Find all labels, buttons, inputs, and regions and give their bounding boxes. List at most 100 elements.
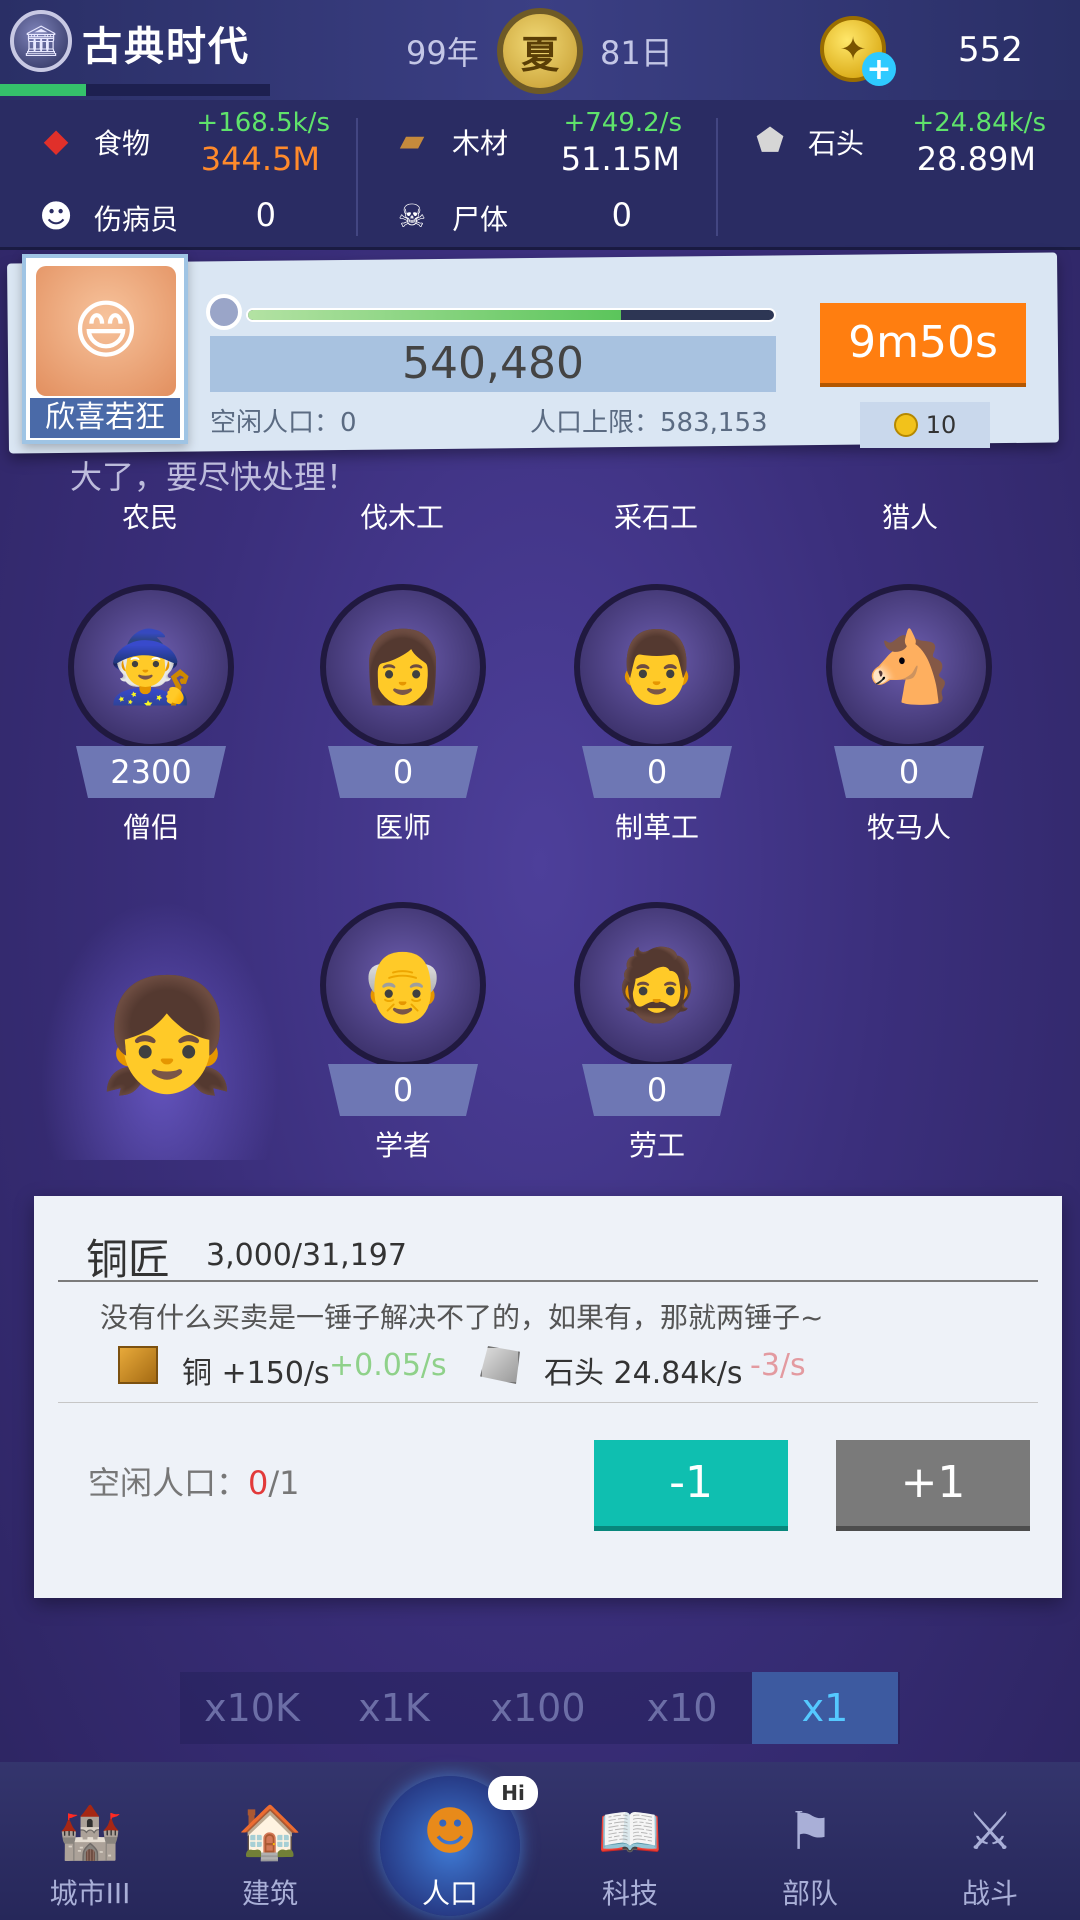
input-rate: 24.84k/s — [613, 1356, 743, 1391]
timer-icon — [206, 294, 242, 330]
detail-title: 铜匠 — [86, 1235, 171, 1284]
date-day: 81日 — [600, 34, 673, 72]
multiplier-x100[interactable]: x100 — [478, 1672, 598, 1744]
nav-label: 建筑 — [241, 1877, 298, 1910]
resource-name-wounded: 伤病员 — [94, 203, 179, 236]
job-count: 2300 — [76, 746, 226, 798]
idle-total: /1 — [268, 1464, 300, 1502]
resource-value-stone: 28.89M — [916, 140, 1036, 178]
idle-label: 空闲人口： — [88, 1464, 249, 1502]
divider — [58, 1402, 1038, 1403]
nav-population[interactable]: ☻ 人口 — [380, 1800, 520, 1920]
resource-value-wood: 51.15M — [560, 140, 680, 178]
resource-value-food: 344.5M — [200, 140, 320, 178]
doctor-icon: 👩 — [320, 584, 486, 750]
nav-label: 城市III — [49, 1877, 131, 1910]
job-horse-herder[interactable]: 🐴 0 牧马人 — [814, 584, 1004, 854]
job-laborer[interactable]: 🧔 0 劳工 — [562, 902, 752, 1172]
job-count: 0 — [328, 746, 478, 798]
job-label-lumberjack[interactable]: 伐木工 — [322, 496, 482, 536]
job-monk[interactable]: 🧙 2300 僧侣 — [56, 584, 246, 854]
resource-name-stone: 石头 — [808, 127, 865, 160]
era-progress-fill — [0, 84, 87, 96]
job-name: 医师 — [374, 811, 431, 844]
detail-progress: 3,000/31,197 — [206, 1238, 407, 1273]
horse-herder-icon: 🐴 — [826, 584, 992, 750]
coin-count: 552 — [958, 30, 1023, 70]
multiplier-x10[interactable]: x10 — [622, 1672, 742, 1744]
increase-worker-button[interactable]: +1 — [836, 1440, 1030, 1526]
happy-citizen-icon: 😄 — [36, 266, 176, 396]
add-coins-button[interactable]: + — [862, 52, 896, 87]
castle-icon: 🏰 — [57, 1802, 123, 1863]
nav-label: 部队 — [781, 1877, 838, 1910]
job-count: 0 — [582, 1064, 732, 1116]
job-label-quarrier[interactable]: 采石工 — [576, 496, 736, 536]
input-name: 石头 — [544, 1356, 604, 1391]
nav-city[interactable]: 🏰 城市III — [20, 1800, 160, 1920]
divider — [58, 1280, 1038, 1282]
monk-icon: 🧙 — [68, 584, 234, 750]
population-total: 540,480 — [402, 338, 584, 389]
resource-value-corpse: 0 — [611, 196, 632, 234]
nav-buildings[interactable]: 🏠 建筑 — [200, 1800, 340, 1920]
tanner-icon: 👨 — [574, 584, 740, 750]
resource-rate-wood: +749.2/s — [563, 108, 682, 138]
resource-rate-stone: +24.84k/s — [912, 108, 1046, 138]
multiplier-x10k[interactable]: x10K — [192, 1672, 312, 1744]
idle-value: 0 — [340, 408, 357, 438]
population-icon: ☻ — [422, 1802, 478, 1862]
job-name: 牧马人 — [866, 811, 951, 844]
job-scholar[interactable]: 👴 0 学者 — [308, 902, 498, 1172]
nav-battle[interactable]: ⚔ 战斗 — [920, 1800, 1060, 1920]
nav-label: 科技 — [601, 1877, 658, 1910]
coppersmith-icon[interactable]: 👧 — [52, 910, 282, 1160]
job-count: 0 — [328, 1064, 478, 1116]
job-label-hunter[interactable]: 猎人 — [830, 496, 990, 536]
resource-name-food: 食物 — [94, 127, 151, 160]
job-detail-panel: 铜匠 3,000/31,197 没有什么买卖是一锤子解决不了的，如果有，那就两锤… — [34, 1196, 1062, 1598]
job-count: 0 — [834, 746, 984, 798]
job-tanner[interactable]: 👨 0 制革工 — [562, 584, 752, 854]
idle-label: 空闲人口： — [210, 408, 341, 438]
temple-icon[interactable]: 🏛 — [10, 10, 72, 72]
limit-label: 人口上限： — [530, 408, 661, 438]
banner-icon: ⚑ — [786, 1802, 834, 1862]
nav-technology[interactable]: 📖 科技 — [560, 1800, 700, 1920]
corpse-icon: ☠ — [397, 197, 427, 235]
limit-value: 583,153 — [660, 408, 768, 438]
laborer-icon: 🧔 — [574, 902, 740, 1068]
divider — [716, 118, 718, 236]
copper-icon — [118, 1346, 158, 1384]
detail-idle: 空闲人口：0/1 — [88, 1458, 300, 1504]
bottom-nav — [0, 1762, 1080, 1920]
job-label-farmer[interactable]: 农民 — [70, 496, 230, 536]
resource-rate-food: +168.5k/s — [196, 108, 330, 138]
population-progress-fill — [248, 310, 622, 320]
multiplier-x1[interactable]: x1 — [752, 1672, 898, 1744]
resource-name-corpse: 尸体 — [452, 203, 509, 236]
coin-cost: 10 — [925, 411, 957, 439]
multiplier-x1k[interactable]: x1K — [334, 1672, 454, 1744]
nav-label: 人口 — [421, 1877, 478, 1910]
input-delta: -3/s — [750, 1348, 806, 1383]
mood-box[interactable]: 😄 欣喜若狂 — [22, 254, 188, 444]
nav-label: 战斗 — [961, 1877, 1018, 1910]
scholar-icon: 👴 — [320, 902, 486, 1068]
date-year: 99年 — [406, 34, 479, 72]
season-badge[interactable]: 夏 — [497, 8, 583, 94]
output-delta: +0.05/s — [329, 1348, 447, 1383]
job-doctor[interactable]: 👩 0 医师 — [308, 584, 498, 854]
idle-current: 0 — [248, 1464, 269, 1502]
speed-up-timer-button[interactable]: 9m50s — [820, 303, 1026, 383]
decrease-worker-button[interactable]: -1 — [594, 1440, 788, 1526]
warning-text: 大了，要尽快处理！ — [70, 458, 359, 496]
population-limit: 人口上限：583,153 — [530, 402, 768, 439]
coin-icon — [893, 413, 918, 437]
wounded-icon: ☻ — [39, 197, 73, 235]
job-name: 制革工 — [614, 811, 699, 844]
output-name: 铜 — [182, 1356, 212, 1391]
nav-troops[interactable]: ⚑ 部队 — [740, 1800, 880, 1920]
job-count: 0 — [582, 746, 732, 798]
coin-cost-tag[interactable]: 10 — [860, 402, 990, 448]
